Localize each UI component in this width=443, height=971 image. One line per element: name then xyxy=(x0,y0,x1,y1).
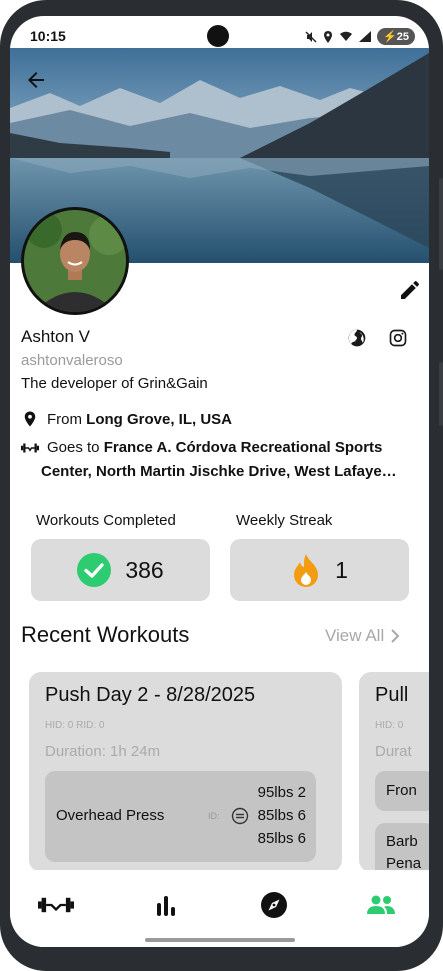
exercise-set: 85lbs 6 xyxy=(257,807,306,824)
workout-card[interactable]: Push Day 2 - 8/28/2025 HID: 0 RID: 0 Dur… xyxy=(29,672,342,872)
weekly-streak-label: Weekly Streak xyxy=(236,512,333,529)
exercise-item[interactable]: Overhead Press ID: 95lbs 2 85lbs 6 85lbs… xyxy=(45,771,316,862)
status-bar: 10:15 ⚡25 xyxy=(10,16,429,50)
drag-handle-icon[interactable] xyxy=(231,807,249,825)
bar-chart-icon xyxy=(157,896,175,916)
exercise-set: 95lbs 2 xyxy=(257,784,306,801)
home-indicator[interactable] xyxy=(145,938,295,942)
location-row: From Long Grove, IL, USA xyxy=(21,410,232,428)
power-button xyxy=(439,362,443,426)
people-icon xyxy=(367,895,395,914)
edit-pencil-icon[interactable] xyxy=(398,278,422,302)
exercise-item[interactable]: Barb Pena xyxy=(375,823,429,872)
chevron-right-icon xyxy=(391,629,400,643)
exercise-item[interactable]: Fron xyxy=(375,771,429,811)
workouts-completed-label: Workouts Completed xyxy=(36,512,176,529)
compass-icon xyxy=(261,892,287,918)
view-all-label: View All xyxy=(325,626,385,645)
location-prefix: From xyxy=(47,410,87,428)
weekly-streak-card: 1 xyxy=(230,539,409,601)
workout-title: Push Day 2 - 8/28/2025 xyxy=(45,684,256,706)
gym-prefix: Goes to xyxy=(47,439,104,456)
gym-row: Goes to France A. Córdova Recreational S… xyxy=(21,436,421,484)
workout-card[interactable]: Pull HID: 0 Durat Fron Barb Pena xyxy=(359,672,429,872)
exercise-name: Barb xyxy=(386,833,418,850)
instagram-icon[interactable] xyxy=(388,328,408,348)
screen: 10:15 ⚡25 Ashton V ashtonvaleroso The de… xyxy=(10,16,429,947)
gym-name-line2: Center, North Martin Jischke Drive, West… xyxy=(41,463,397,480)
recent-workouts-title: Recent Workouts xyxy=(21,622,190,647)
status-icons: ⚡25 xyxy=(305,28,415,45)
volume-button xyxy=(439,178,443,270)
workout-duration: Duration: 1h 24m xyxy=(45,743,161,760)
mute-icon xyxy=(305,31,317,42)
dumbbell-icon xyxy=(38,897,74,913)
nav-explore[interactable] xyxy=(256,890,292,920)
cell-signal-icon xyxy=(359,31,372,42)
workout-ids: HID: 0 xyxy=(375,720,404,731)
location-pin-icon xyxy=(24,411,36,427)
battery-indicator: ⚡25 xyxy=(377,28,415,45)
avatar[interactable] xyxy=(21,207,129,315)
profile-bio: The developer of Grin&Gain xyxy=(21,375,208,392)
gym-name-line1: France A. Córdova Recreational Sports xyxy=(103,439,383,456)
workout-duration: Durat xyxy=(375,743,412,760)
bottom-nav xyxy=(10,870,429,947)
gym-dumbbell-icon xyxy=(21,443,39,453)
workout-title: Pull xyxy=(375,684,409,706)
exercise-name: Fron xyxy=(386,782,417,799)
status-time: 10:15 xyxy=(30,28,66,44)
profile-name: Ashton V xyxy=(21,327,90,346)
phone-frame: 10:15 ⚡25 Ashton V ashtonvaleroso The de… xyxy=(0,0,443,971)
nav-workouts[interactable] xyxy=(38,890,74,920)
nav-stats[interactable] xyxy=(148,890,184,920)
exercise-set: 85lbs 6 xyxy=(257,830,306,847)
front-camera xyxy=(207,25,229,47)
weekly-streak-value: 1 xyxy=(335,556,348,583)
check-circle-icon xyxy=(77,553,112,587)
profile-username: ashtonvaleroso xyxy=(21,352,123,369)
view-all-link[interactable]: View All xyxy=(325,626,400,646)
workouts-completed-card: 386 xyxy=(31,539,210,601)
globe-icon[interactable] xyxy=(347,328,367,348)
workouts-completed-value: 386 xyxy=(125,556,164,583)
location-status-icon xyxy=(324,30,333,43)
exercise-sets: 95lbs 2 85lbs 6 85lbs 6 xyxy=(258,781,306,850)
exercise-id-label: ID: xyxy=(208,811,220,821)
nav-social[interactable] xyxy=(363,890,399,920)
back-arrow-icon[interactable] xyxy=(24,68,48,92)
flame-icon xyxy=(294,554,319,587)
workout-ids: HID: 0 RID: 0 xyxy=(45,720,105,731)
exercise-name: Overhead Press xyxy=(56,807,165,824)
wifi-icon xyxy=(340,31,353,41)
location-value: Long Grove, IL, USA xyxy=(86,410,233,428)
